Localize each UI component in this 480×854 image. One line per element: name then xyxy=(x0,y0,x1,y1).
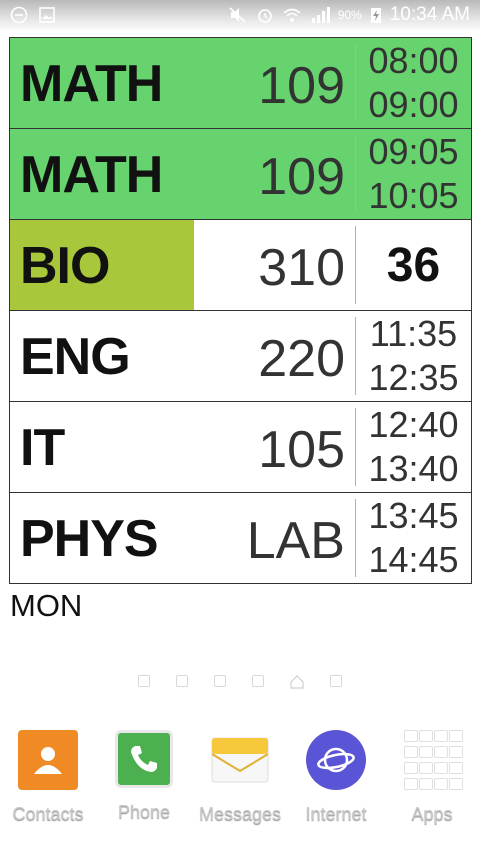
schedule-row: MATH 109 08:00 09:00 xyxy=(10,38,471,129)
subject-label: BIO xyxy=(20,237,110,295)
schedule-row-current: BIO 310 36 xyxy=(10,220,471,311)
schedule-row: PHYS LAB 13:45 14:45 xyxy=(10,493,471,583)
app-label: Contacts xyxy=(12,804,84,824)
end-time: 13:40 xyxy=(368,448,459,489)
battery-percent: 90% xyxy=(337,8,362,22)
room-number: LAB xyxy=(246,512,345,570)
end-time: 10:05 xyxy=(368,175,459,216)
subject-label: MATH xyxy=(20,55,163,113)
app-label: Internet xyxy=(305,804,367,824)
day-label: MON xyxy=(10,588,83,623)
home-page-icon[interactable] xyxy=(290,675,304,689)
start-time: 09:05 xyxy=(368,131,459,172)
subject-label: PHYS xyxy=(20,510,159,568)
time-range: 09:05 10:05 xyxy=(356,129,471,219)
apps-grid-icon xyxy=(403,730,463,790)
time-range: 13:45 14:45 xyxy=(356,493,471,583)
end-time: 12:35 xyxy=(368,357,459,398)
status-bar: 90% 10:34 AM xyxy=(0,0,480,32)
page-dot[interactable] xyxy=(252,675,264,687)
app-dock: Contacts Phone Messages Internet Apps xyxy=(0,730,480,840)
end-time: 09:00 xyxy=(368,84,459,125)
messages-icon xyxy=(210,730,270,790)
schedule-row: IT 105 12:40 13:40 xyxy=(10,402,471,493)
schedule-widget[interactable]: MATH 109 08:00 09:00 MATH 109 09:05 10:0… xyxy=(9,37,472,584)
phone-icon xyxy=(115,730,173,788)
clock: 10:34 AM xyxy=(389,4,470,25)
room-number: 105 xyxy=(258,421,345,479)
room-number: 109 xyxy=(258,57,345,115)
start-time: 13:45 xyxy=(368,495,459,536)
time-range: 08:00 09:00 xyxy=(356,38,471,128)
signal-icon xyxy=(311,7,330,23)
alarm-icon xyxy=(257,9,272,23)
page-dot[interactable] xyxy=(138,675,150,687)
page-dot[interactable] xyxy=(214,675,226,687)
app-phone[interactable]: Phone xyxy=(96,730,192,823)
schedule-row: ENG 220 11:35 12:35 xyxy=(10,311,471,402)
battery-charging-icon xyxy=(370,8,381,23)
schedule-row: MATH 109 09:05 10:05 xyxy=(10,129,471,220)
app-apps[interactable]: Apps xyxy=(384,730,480,825)
minus-circle-icon xyxy=(10,6,28,24)
page-indicator[interactable] xyxy=(0,675,480,689)
page-dot[interactable] xyxy=(330,675,342,687)
app-label: Phone xyxy=(117,802,171,822)
minutes-remaining: 36 xyxy=(386,238,441,292)
start-time: 12:40 xyxy=(368,404,459,445)
time-range: 11:35 12:35 xyxy=(356,311,471,401)
room-number: 109 xyxy=(258,148,345,206)
room-number: 310 xyxy=(258,239,345,297)
app-contacts[interactable]: Contacts xyxy=(0,730,96,825)
mute-icon xyxy=(229,7,246,23)
internet-icon xyxy=(306,730,366,790)
app-internet[interactable]: Internet xyxy=(288,730,384,825)
room-number: 220 xyxy=(258,330,345,388)
start-time: 11:35 xyxy=(369,313,458,354)
page-dot[interactable] xyxy=(176,675,188,687)
start-time: 08:00 xyxy=(368,40,459,81)
image-notification-icon xyxy=(39,7,55,23)
subject-label: IT xyxy=(20,419,65,477)
app-label: Messages xyxy=(198,804,282,824)
subject-label: ENG xyxy=(20,328,131,386)
time-range: 12:40 13:40 xyxy=(356,402,471,492)
contacts-icon xyxy=(18,730,78,790)
wifi-icon xyxy=(283,8,301,22)
end-time: 14:45 xyxy=(368,539,459,580)
subject-label: MATH xyxy=(20,146,163,204)
app-messages[interactable]: Messages xyxy=(192,730,288,825)
app-label: Apps xyxy=(411,804,453,824)
